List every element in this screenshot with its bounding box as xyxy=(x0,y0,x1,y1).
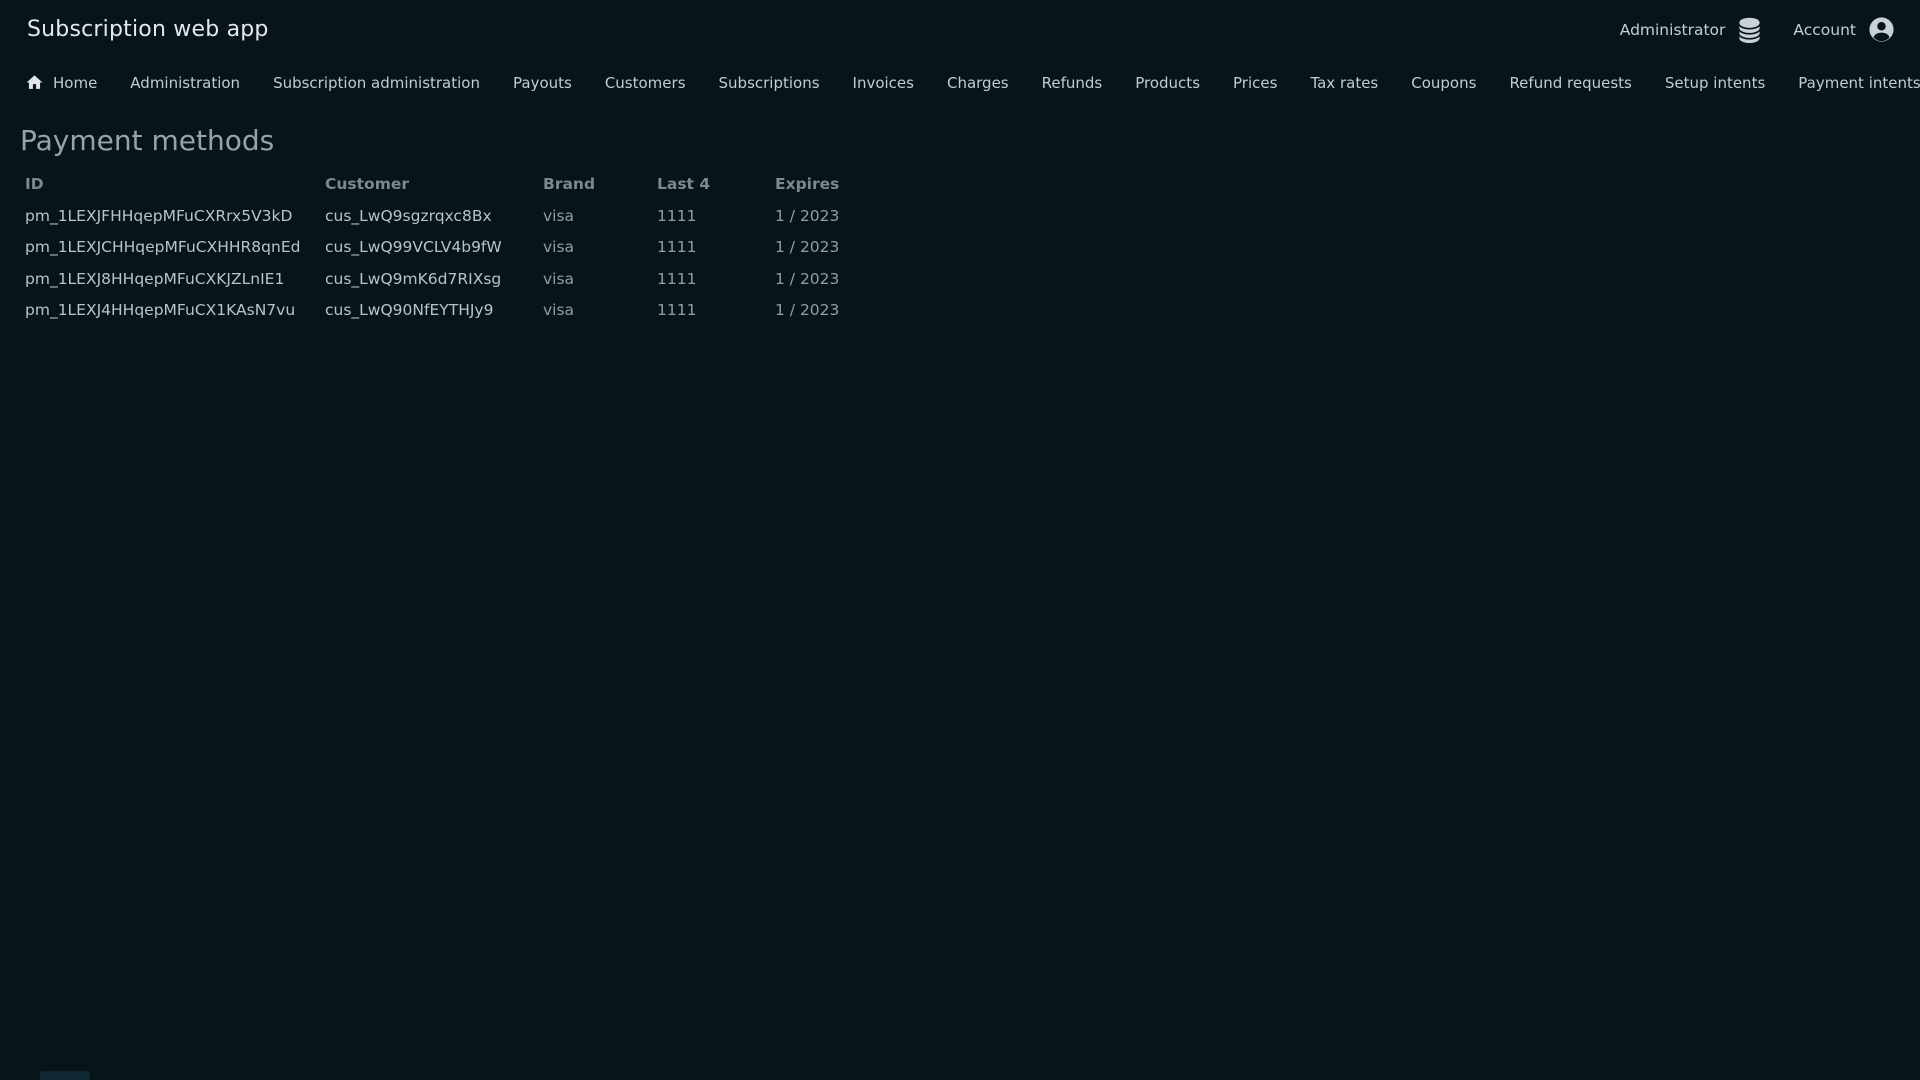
cell-id: pm_1LEXJ4HHqepMFuCX1KAsN7vu xyxy=(25,301,296,320)
nav-item-customers[interactable]: Customers xyxy=(605,68,686,98)
cell-last4: 1111 xyxy=(657,269,697,288)
column-header-brand: Brand xyxy=(543,175,596,193)
cell-customer: cus_LwQ90NfEYTHJy9 xyxy=(325,301,494,320)
cell-customer: cus_LwQ9mK6d7RIXsg xyxy=(325,269,502,288)
person-circle-icon xyxy=(1867,15,1896,44)
account-label: Account xyxy=(1793,20,1856,39)
cell-brand: visa xyxy=(543,238,575,257)
nav-item-payouts[interactable]: Payouts xyxy=(513,68,572,98)
administrator-menu[interactable]: Administrator xyxy=(1620,16,1764,43)
app-title[interactable]: Subscription web app xyxy=(27,17,269,42)
payment-methods-table: ID Customer Brand Last 4 Expires pm_1LEX… xyxy=(0,168,1920,326)
cell-last4: 1111 xyxy=(657,206,697,225)
account-menu[interactable]: Account xyxy=(1793,15,1896,44)
nav-item-subscription-administration[interactable]: Subscription administration xyxy=(273,68,480,98)
column-header-id: ID xyxy=(25,175,44,193)
cell-customer: cus_LwQ9sgzrqxc8Bx xyxy=(325,206,492,225)
database-icon xyxy=(1736,16,1763,43)
nav-item-refunds[interactable]: Refunds xyxy=(1042,68,1103,98)
main-content: Payment methods ID Customer Brand Last 4… xyxy=(0,124,1920,326)
app-header: Subscription web app Administrator Accou… xyxy=(0,0,1920,46)
nav-item-payment-intents[interactable]: Payment intents xyxy=(1798,68,1920,98)
nav-item-prices[interactable]: Prices xyxy=(1233,68,1277,98)
main-nav: Home Administration Subscription adminis… xyxy=(0,67,1920,98)
administrator-label: Administrator xyxy=(1619,20,1726,39)
cell-expires: 1 / 2023 xyxy=(775,206,840,225)
nav-item-invoices[interactable]: Invoices xyxy=(853,68,914,98)
column-header-last4: Last 4 xyxy=(657,175,711,193)
cell-expires: 1 / 2023 xyxy=(775,238,840,257)
nav-item-administration[interactable]: Administration xyxy=(130,68,240,98)
column-header-customer: Customer xyxy=(325,175,410,193)
nav-item-charges[interactable]: Charges xyxy=(947,68,1009,98)
nav-item-coupons[interactable]: Coupons xyxy=(1411,68,1476,98)
cell-id: pm_1LEXJCHHqepMFuCXHHR8qnEd xyxy=(25,238,301,257)
page-title: Payment methods xyxy=(20,124,275,157)
nav-item-tax-rates[interactable]: Tax rates xyxy=(1310,68,1378,98)
nav-item-products[interactable]: Products xyxy=(1135,68,1200,98)
nav-item-home[interactable]: Home xyxy=(25,67,97,98)
cell-expires: 1 / 2023 xyxy=(775,269,840,288)
nav-item-setup-intents[interactable]: Setup intents xyxy=(1665,68,1765,98)
header-right: Administrator Account xyxy=(1620,15,1896,44)
nav-item-subscriptions[interactable]: Subscriptions xyxy=(719,68,820,98)
cell-id: pm_1LEXJFHHqepMFuCXRrx5V3kD xyxy=(25,206,293,225)
nav-item-label: Home xyxy=(53,73,98,92)
cell-expires: 1 / 2023 xyxy=(775,301,840,320)
cell-customer: cus_LwQ99VCLV4b9fW xyxy=(325,238,502,257)
cell-last4: 1111 xyxy=(657,301,697,320)
cell-brand: visa xyxy=(543,269,575,288)
column-header-expires: Expires xyxy=(775,175,840,193)
cell-id: pm_1LEXJ8HHqepMFuCXKJZLnIE1 xyxy=(25,269,285,288)
status-tooltip-fragment xyxy=(40,1071,90,1080)
cell-last4: 1111 xyxy=(657,238,697,257)
home-icon xyxy=(25,73,44,92)
cell-brand: visa xyxy=(543,206,575,225)
cell-brand: visa xyxy=(543,301,575,320)
nav-item-refund-requests[interactable]: Refund requests xyxy=(1509,68,1631,98)
